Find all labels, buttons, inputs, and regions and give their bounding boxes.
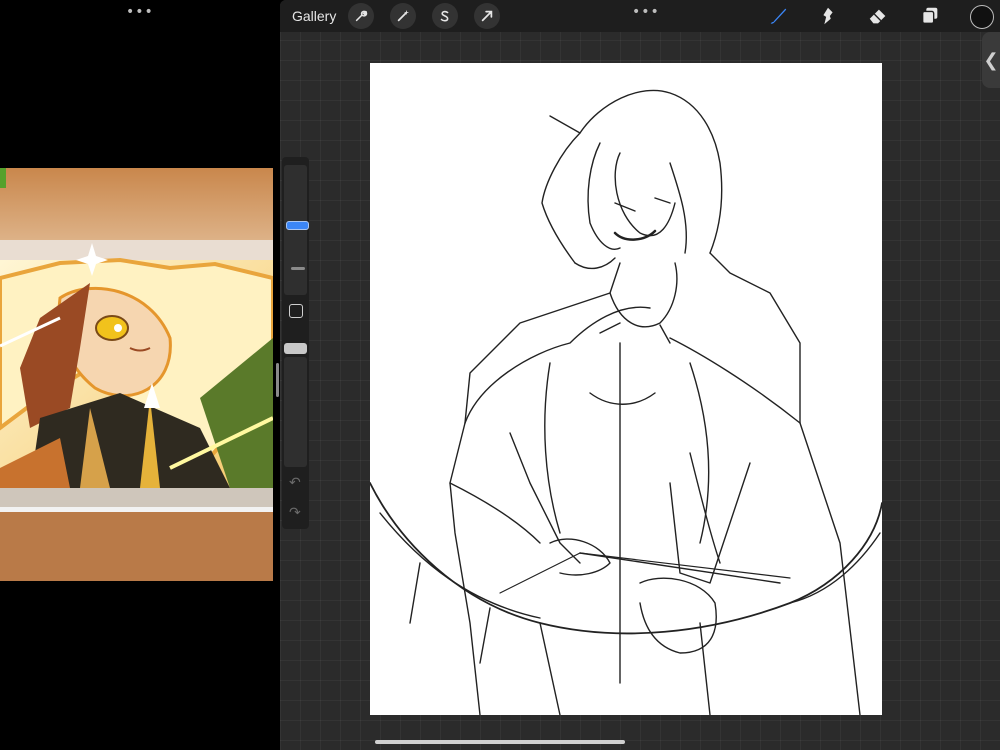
brush-size-slider[interactable] [284, 165, 309, 295]
adjustments-button[interactable] [390, 3, 416, 29]
collapse-panel-tab[interactable]: ❮ [982, 32, 1000, 88]
modify-square-button[interactable] [289, 304, 303, 318]
home-indicator[interactable] [375, 740, 625, 744]
top-toolbar: Gallery ••• [280, 0, 1000, 32]
brush-opacity-slider[interactable] [284, 357, 307, 467]
transform-button[interactable] [474, 3, 500, 29]
brush-tool-button[interactable] [766, 4, 790, 28]
brush-opacity-thumb[interactable] [284, 343, 307, 354]
brush-size-marker [291, 267, 305, 270]
brush-icon [770, 8, 787, 24]
selection-button[interactable] [432, 3, 458, 29]
layers-button[interactable] [918, 4, 942, 28]
undo-button[interactable]: ↶ [289, 475, 301, 491]
smudge-tool-button[interactable] [816, 4, 840, 28]
wrench-icon [355, 10, 368, 22]
drawing-canvas[interactable] [370, 63, 882, 715]
color-picker-button[interactable] [970, 5, 994, 29]
procreate-workspace: Gallery ••• ↶ ↷ ❮ [276, 0, 1000, 750]
gallery-button[interactable]: Gallery [292, 8, 336, 24]
left-split-view: ••• [0, 0, 280, 750]
brush-size-thumb[interactable] [286, 221, 309, 230]
layers-icon [921, 7, 938, 25]
selection-s-icon [440, 10, 449, 22]
reference-artwork-image [0, 168, 273, 581]
split-view-menu-dots[interactable]: ••• [632, 4, 660, 20]
split-view-menu-dots[interactable]: ••• [126, 4, 154, 20]
sidebar-drag-handle[interactable] [276, 363, 279, 397]
eraser-tool-button[interactable] [866, 4, 890, 28]
smudge-icon [823, 7, 833, 25]
eraser-icon [869, 9, 886, 24]
sketch-drawing [370, 89, 882, 715]
redo-button[interactable]: ↷ [289, 505, 301, 521]
brush-sidebar: ↶ ↷ [276, 157, 309, 529]
magic-wand-icon [397, 9, 410, 22]
arrow-transform-icon [481, 10, 493, 22]
actions-button[interactable] [348, 3, 374, 29]
